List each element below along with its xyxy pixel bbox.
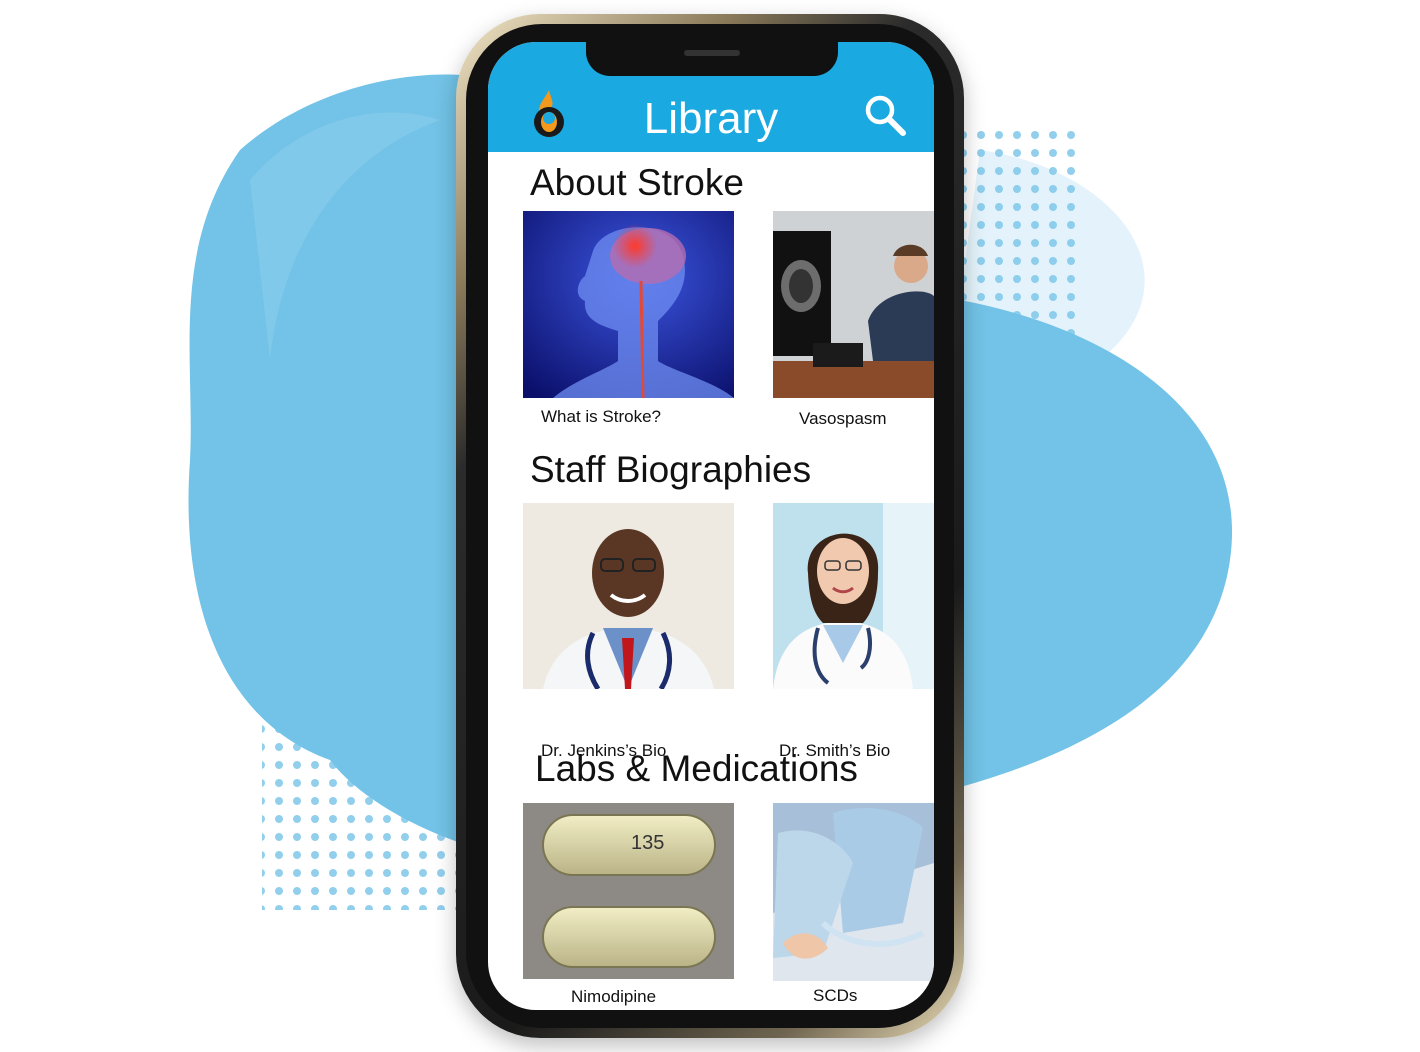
phone-screen: Library About Stroke What is Stroke? Vas… [488,42,934,1010]
section-title-about-stroke: About Stroke [530,162,744,203]
scds-image [773,803,934,981]
tile-label: SCDs [813,986,858,1005]
brain-stroke-image [523,211,734,398]
section-title-labs-medications: Labs & Medications [535,748,858,789]
vasospasm-image [773,211,934,398]
phone-notch [586,42,838,76]
speaker-grille [684,50,740,56]
pill-imprint: 135 [631,832,664,854]
tile-label: What is Stroke? [541,407,661,426]
tile-label: Vasospasm [799,409,887,428]
nimodipine-capsules-image: 135 [523,803,734,979]
tile-label: Nimodipine [571,987,657,1006]
dr-smith-photo [773,503,934,689]
dr-jenkins-photo [523,503,734,689]
search-icon[interactable] [862,92,908,138]
section-title-staff-biographies: Staff Biographies [530,449,812,490]
